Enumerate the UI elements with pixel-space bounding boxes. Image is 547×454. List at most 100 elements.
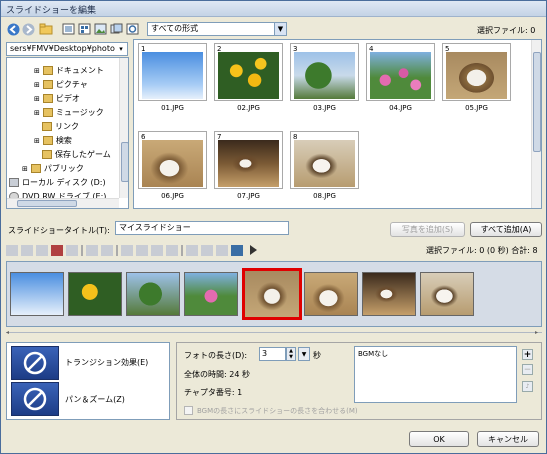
tree-item-music[interactable]: ⊞ ミュージック [34, 106, 104, 119]
total-time: 全体の時間: 24 秒 [184, 370, 250, 379]
photo-thumbnail[interactable]: 1 [138, 43, 207, 101]
scrollbar-track [6, 332, 542, 333]
tree-item-local-disk[interactable]: ローカル ディスク (D:) [9, 176, 106, 189]
tree-item-label: ビデオ [55, 94, 80, 103]
photo-thumbnail[interactable]: 8 [290, 131, 359, 189]
folder-icon [42, 122, 52, 131]
folder-icon [42, 66, 53, 75]
folder-icon [42, 136, 53, 145]
scrollbar-thumb[interactable] [121, 142, 128, 182]
zoom-icon[interactable] [166, 244, 178, 256]
chevron-down-icon[interactable]: ▼ [274, 23, 286, 35]
scroll-right-icon[interactable]: ▸ [535, 329, 538, 336]
slideshow-title-input[interactable]: マイスライドショー [115, 221, 289, 235]
grid-vertical-scrollbar[interactable] [531, 40, 541, 208]
tree-vertical-scrollbar[interactable] [119, 58, 128, 198]
details-view-icon[interactable] [77, 22, 91, 36]
tree-item-videos[interactable]: ⊞ ビデオ [34, 92, 80, 105]
export-icon[interactable] [201, 244, 213, 256]
delete-icon[interactable] [51, 244, 63, 256]
rotate-right-icon[interactable] [136, 244, 148, 256]
refresh-icon[interactable] [125, 22, 139, 36]
insert-icon[interactable] [36, 244, 48, 256]
scroll-left-icon[interactable]: ◂ [6, 329, 9, 336]
slideshow-title-label: スライドショータイトル(T): [8, 226, 110, 235]
cat-photo [218, 140, 279, 187]
tree-item-search[interactable]: ⊞ 検索 [34, 134, 72, 147]
add-bgm-icon[interactable]: + [522, 349, 533, 360]
rotate-icon[interactable] [109, 22, 123, 36]
pan-zoom-label: パン＆ズーム(Z) [65, 395, 125, 404]
save-icon[interactable] [231, 244, 243, 256]
photo-thumbnail[interactable]: 7 [214, 131, 283, 189]
clear-icon[interactable] [216, 244, 228, 256]
tree-horizontal-scrollbar[interactable] [7, 198, 119, 208]
photo-length-spinner[interactable]: ▲ ▼ [286, 347, 296, 361]
bgm-list-item[interactable]: BGMなし [358, 350, 388, 358]
photo-thumbnail[interactable]: 4 [366, 43, 435, 101]
move-right-icon[interactable] [101, 244, 113, 256]
filmstrip-slide[interactable] [362, 272, 416, 316]
effect-icon[interactable] [151, 244, 163, 256]
thumbnail-view-icon[interactable] [93, 22, 107, 36]
add-selected-button[interactable]: 写真を追加(S) [390, 222, 465, 237]
paste-icon[interactable] [21, 244, 33, 256]
cat-photo [446, 52, 507, 99]
list-view-icon[interactable] [61, 22, 75, 36]
thumbnail-label: 02.JPG [237, 104, 260, 112]
photo-thumbnail[interactable]: 5 [442, 43, 511, 101]
path-select[interactable]: sers¥FMV¥Desktop¥photo¥ ▾ [6, 42, 128, 56]
bgm-list[interactable]: BGMなし [354, 346, 517, 403]
tree-item-links[interactable]: リンク [42, 120, 79, 133]
photo-length-input[interactable]: 3 [259, 347, 286, 361]
remove-bgm-icon[interactable]: − [522, 364, 533, 375]
slideshow-title-value: マイスライドショー [119, 223, 191, 232]
filmstrip-slide[interactable] [184, 272, 238, 316]
delete-all-icon[interactable] [66, 244, 78, 256]
photo-thumbnail[interactable]: 2 [214, 43, 283, 101]
rotate-left-icon[interactable] [121, 244, 133, 256]
ok-button[interactable]: OK [409, 431, 469, 447]
thumbnail-label: 07.JPG [237, 192, 260, 200]
format-filter-select[interactable]: すべての形式 ▼ [147, 22, 287, 36]
filmstrip-slide[interactable] [126, 272, 180, 316]
filmstrip-slide-selected[interactable] [242, 268, 302, 320]
filmstrip-slide[interactable] [420, 272, 474, 316]
folder-up-icon[interactable] [39, 22, 53, 36]
tree-item-pictures[interactable]: ⊞ ピクチャ [34, 78, 88, 91]
tree-item-saved-games[interactable]: 保存したゲーム [42, 148, 111, 161]
photo-thumbnail[interactable]: 6 [138, 131, 207, 189]
filmstrip-slide[interactable] [304, 272, 358, 316]
move-left-icon[interactable] [86, 244, 98, 256]
chevron-down-icon[interactable]: ▾ [115, 43, 127, 55]
forward-icon[interactable] [21, 22, 35, 36]
chevron-down-icon[interactable]: ▼ [298, 347, 310, 361]
format-filter-value: すべての形式 [151, 24, 199, 33]
toolbar-divider [181, 244, 183, 256]
window-title: スライドショーを編集 [6, 6, 97, 16]
scrollbar-thumb[interactable] [17, 200, 77, 207]
back-icon[interactable] [6, 22, 20, 36]
flower-photo [218, 52, 279, 99]
play-icon[interactable] [250, 245, 257, 255]
scrollbar-thumb[interactable] [533, 52, 541, 152]
transition-effect-button[interactable] [11, 346, 59, 380]
tree-item-public[interactable]: ⊞ パブリック [22, 162, 84, 175]
filmstrip-slide[interactable] [10, 272, 64, 316]
photo-thumbnail[interactable]: 3 [290, 43, 359, 101]
bgm-settings-icon[interactable]: ♪ [522, 381, 533, 392]
tree-item-label: ピクチャ [55, 80, 88, 89]
add-all-button[interactable]: すべて追加(A) [470, 222, 542, 237]
cosmos-photo [370, 52, 431, 99]
cancel-button[interactable]: キャンセル [477, 431, 539, 447]
filmstrip-scrollbar[interactable]: ◂ ▸ [6, 329, 542, 337]
seconds-unit: 秒 [313, 351, 321, 360]
filmstrip-slide[interactable] [68, 272, 122, 316]
pan-zoom-button[interactable] [11, 382, 59, 416]
copy-icon[interactable] [6, 244, 18, 256]
tree-item-documents[interactable]: ⊞ ドキュメント [34, 64, 104, 77]
thumbnail-label: 01.JPG [161, 104, 184, 112]
folder-tree: ⊞ ドキュメント ⊞ ピクチャ ⊞ ビデオ ⊞ ミュージック リンク ⊞ 検索 [6, 57, 129, 209]
fit-bgm-checkbox[interactable] [184, 406, 193, 415]
import-icon[interactable] [186, 244, 198, 256]
